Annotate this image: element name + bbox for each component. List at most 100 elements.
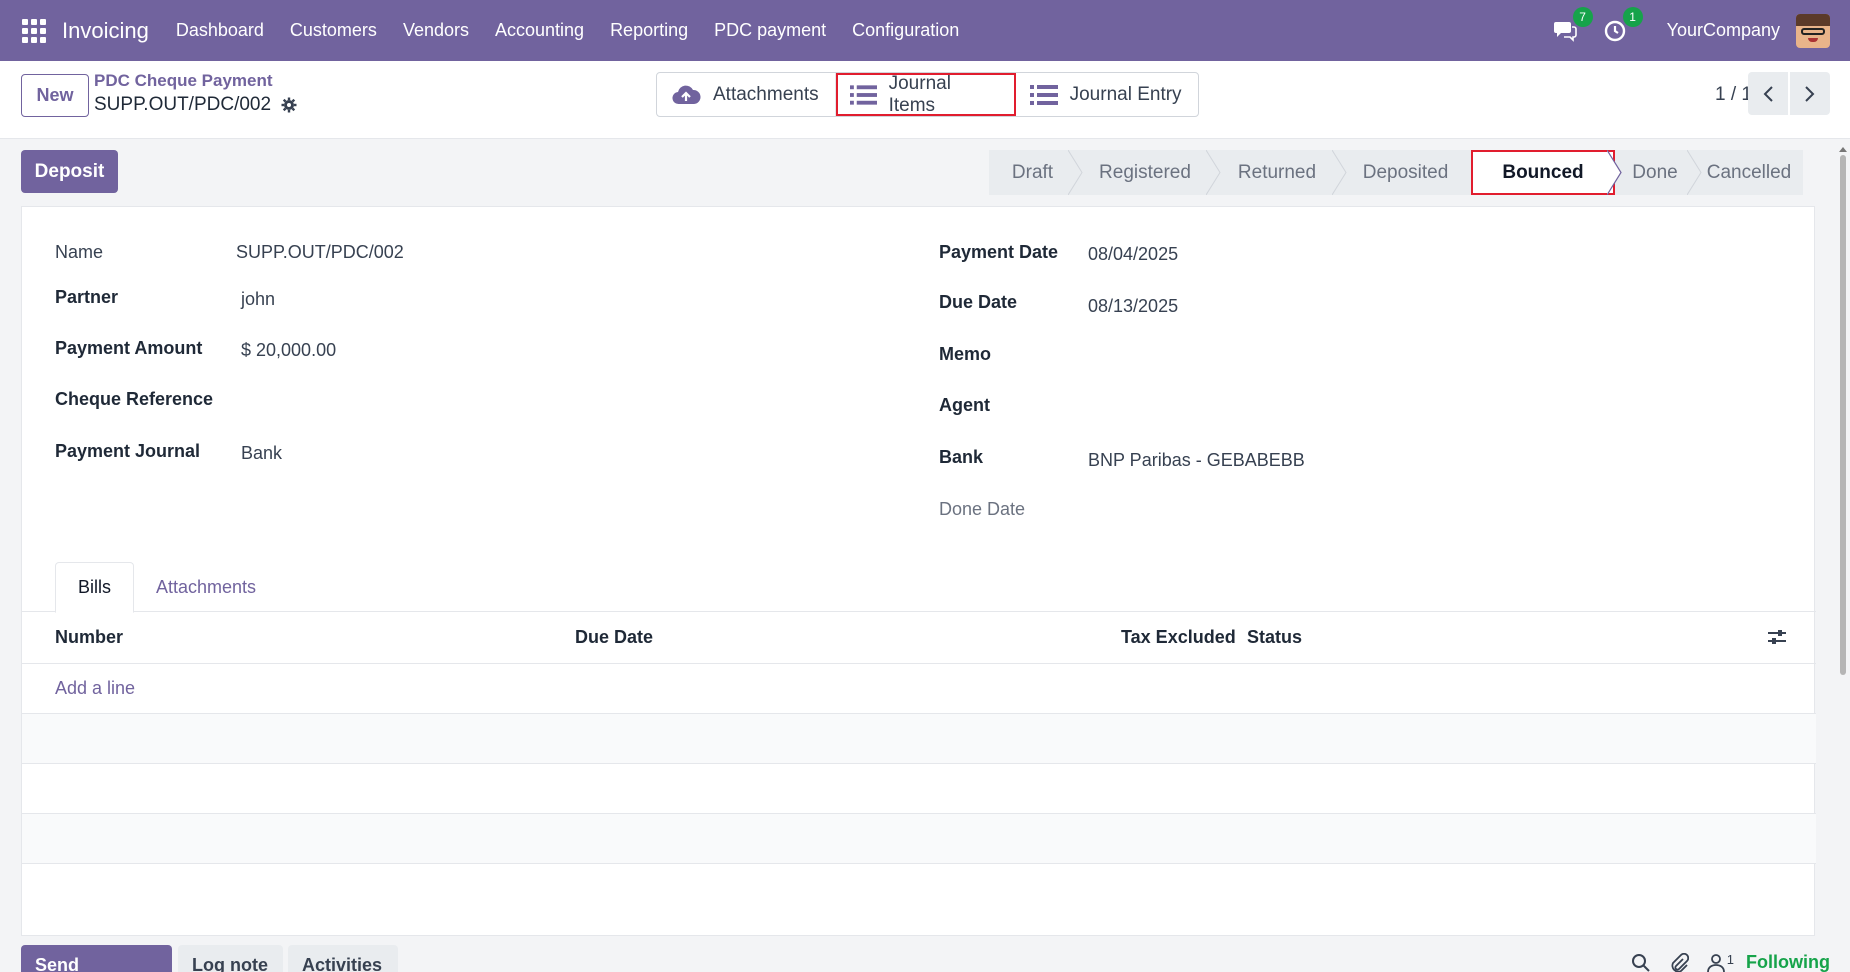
app-name[interactable]: Invoicing: [62, 18, 149, 44]
messages-badge: 7: [1572, 6, 1593, 27]
bank-field[interactable]: BNP Paribas - GEBABEBB: [1088, 450, 1305, 471]
chevron-left-icon: [1763, 85, 1773, 102]
memo-field[interactable]: [1088, 344, 1788, 368]
payment-journal-label: Payment Journal: [55, 441, 201, 461]
page-scrollbar[interactable]: [1838, 145, 1848, 675]
list-icon: [1029, 84, 1058, 105]
name-label: Name: [55, 242, 104, 262]
partner-field[interactable]: john: [241, 289, 275, 310]
send-message-button[interactable]: Send message: [21, 945, 172, 972]
due-date-label: Due Date: [939, 292, 1018, 312]
add-a-line-link[interactable]: Add a line: [55, 678, 135, 699]
menu-pdc-payment[interactable]: PDC payment: [701, 20, 839, 41]
payment-date-label: Payment Date: [939, 242, 1059, 262]
journal-entry-label: Journal Entry: [1069, 83, 1182, 105]
payment-amount-label: Payment Amount: [55, 338, 203, 358]
breadcrumb-parent[interactable]: PDC Cheque Payment: [94, 71, 273, 91]
activities-button[interactable]: Activities: [288, 945, 398, 972]
table-row: [22, 714, 1816, 764]
stage-returned-label: Returned: [1237, 161, 1317, 183]
name-field[interactable]: SUPP.OUT/PDC/002: [236, 242, 404, 263]
activities-badge: 1: [1622, 6, 1643, 27]
table-row: [22, 814, 1816, 864]
record-title: SUPP.OUT/PDC/002: [94, 94, 297, 116]
column-due-date[interactable]: Due Date: [575, 627, 653, 648]
stage-returned[interactable]: Returned: [1214, 150, 1347, 195]
menu-dashboard[interactable]: Dashboard: [163, 20, 277, 41]
control-panel: New PDC Cheque Payment SUPP.OUT/PDC/002 …: [0, 61, 1850, 139]
top-navbar: Invoicing Dashboard Customers Vendors Ac…: [0, 0, 1850, 61]
bank-label: Bank: [939, 447, 984, 467]
messages-button[interactable]: 7: [1551, 6, 1593, 45]
menu-reporting[interactable]: Reporting: [597, 20, 701, 41]
bills-table-header: Number Due Date Tax Excluded Status: [22, 612, 1816, 664]
done-date-label: Done Date: [939, 499, 1026, 519]
following-button[interactable]: Following: [1746, 952, 1830, 972]
agent-label: Agent: [939, 395, 990, 415]
apps-menu-icon[interactable]: [22, 18, 46, 43]
notebook-tabs: Bills Attachments: [22, 554, 1816, 613]
company-switcher[interactable]: YourCompany: [1667, 20, 1780, 41]
table-row: [22, 764, 1816, 814]
paperclip-icon[interactable]: [1669, 952, 1689, 972]
stage-done-label: Done: [1632, 161, 1678, 183]
pager-previous-button[interactable]: [1748, 72, 1788, 115]
record-name-text: SUPP.OUT/PDC/002: [94, 94, 272, 115]
attachments-smart-button[interactable]: Attachments: [657, 73, 836, 116]
menu-configuration[interactable]: Configuration: [839, 20, 972, 41]
search-icon[interactable]: [1631, 953, 1651, 972]
payment-amount-field[interactable]: $ 20,000.00: [241, 340, 336, 361]
column-tax-excluded[interactable]: Tax Excluded: [1121, 627, 1236, 648]
user-icon[interactable]: [1706, 953, 1725, 972]
activities-button[interactable]: 1: [1601, 6, 1643, 45]
attachments-label: Attachments: [713, 83, 819, 105]
column-status[interactable]: Status: [1247, 627, 1302, 648]
column-number[interactable]: Number: [55, 627, 123, 648]
stage-cancelled[interactable]: Cancelled: [1695, 150, 1803, 195]
deposit-button[interactable]: Deposit: [21, 150, 118, 193]
pager-buttons: [1746, 72, 1830, 115]
menu-customers[interactable]: Customers: [277, 20, 390, 41]
stage-registered[interactable]: Registered: [1076, 150, 1221, 195]
menu-accounting[interactable]: Accounting: [482, 20, 597, 41]
payment-journal-field[interactable]: Bank: [241, 443, 282, 464]
agent-field[interactable]: [1088, 395, 1788, 419]
stage-cancelled-label: Cancelled: [1706, 161, 1792, 183]
main-menu: Dashboard Customers Vendors Accounting R…: [163, 20, 972, 41]
due-date-field[interactable]: 08/13/2025: [1088, 296, 1178, 317]
followers-count[interactable]: 1: [1727, 952, 1734, 967]
stage-deposited[interactable]: Deposited: [1340, 150, 1471, 195]
log-note-button[interactable]: Log note: [178, 945, 283, 972]
cheque-reference-field[interactable]: [241, 389, 841, 413]
status-bar: Draft Registered Returned Deposited Boun…: [989, 150, 1803, 195]
tab-attachments[interactable]: Attachments: [156, 562, 256, 613]
tab-bills[interactable]: Bills: [55, 562, 134, 613]
payment-date-field[interactable]: 08/04/2025: [1088, 244, 1178, 265]
stage-draft[interactable]: Draft: [989, 150, 1083, 195]
journal-entry-smart-button[interactable]: Journal Entry: [1016, 73, 1198, 116]
chat-icon: [1553, 21, 1577, 42]
cloud-upload-icon: [672, 85, 701, 104]
stage-bounced-label: Bounced: [1502, 161, 1584, 183]
scrollbar-thumb[interactable]: [1840, 155, 1846, 675]
stage-registered-label: Registered: [1099, 161, 1191, 183]
pager-next-button[interactable]: [1790, 72, 1830, 115]
user-avatar[interactable]: [1796, 13, 1830, 48]
menu-vendors[interactable]: Vendors: [390, 20, 482, 41]
journal-items-smart-button[interactable]: Journal Items: [835, 72, 1016, 116]
new-button[interactable]: New: [21, 74, 89, 117]
journal-items-label: Journal Items: [888, 72, 951, 116]
stage-done[interactable]: Done: [1615, 150, 1702, 195]
sliders-icon: [1768, 630, 1786, 644]
chevron-right-icon: [1805, 85, 1815, 102]
stage-deposited-label: Deposited: [1362, 161, 1449, 183]
stage-bounced[interactable]: Bounced: [1471, 150, 1622, 195]
optional-columns-toggle[interactable]: [1767, 628, 1787, 651]
stage-draft-label: Draft: [1011, 161, 1054, 183]
list-icon: [849, 84, 877, 105]
smart-buttons: Attachments Journal Items Journal Entry: [656, 72, 1199, 117]
chatter-toolbar-right: 1 Following: [1631, 952, 1830, 972]
partner-label: Partner: [55, 287, 119, 307]
gear-icon[interactable]: [281, 97, 297, 113]
form-sheet: Name SUPP.OUT/PDC/002 Partner john Payme…: [21, 206, 1816, 936]
